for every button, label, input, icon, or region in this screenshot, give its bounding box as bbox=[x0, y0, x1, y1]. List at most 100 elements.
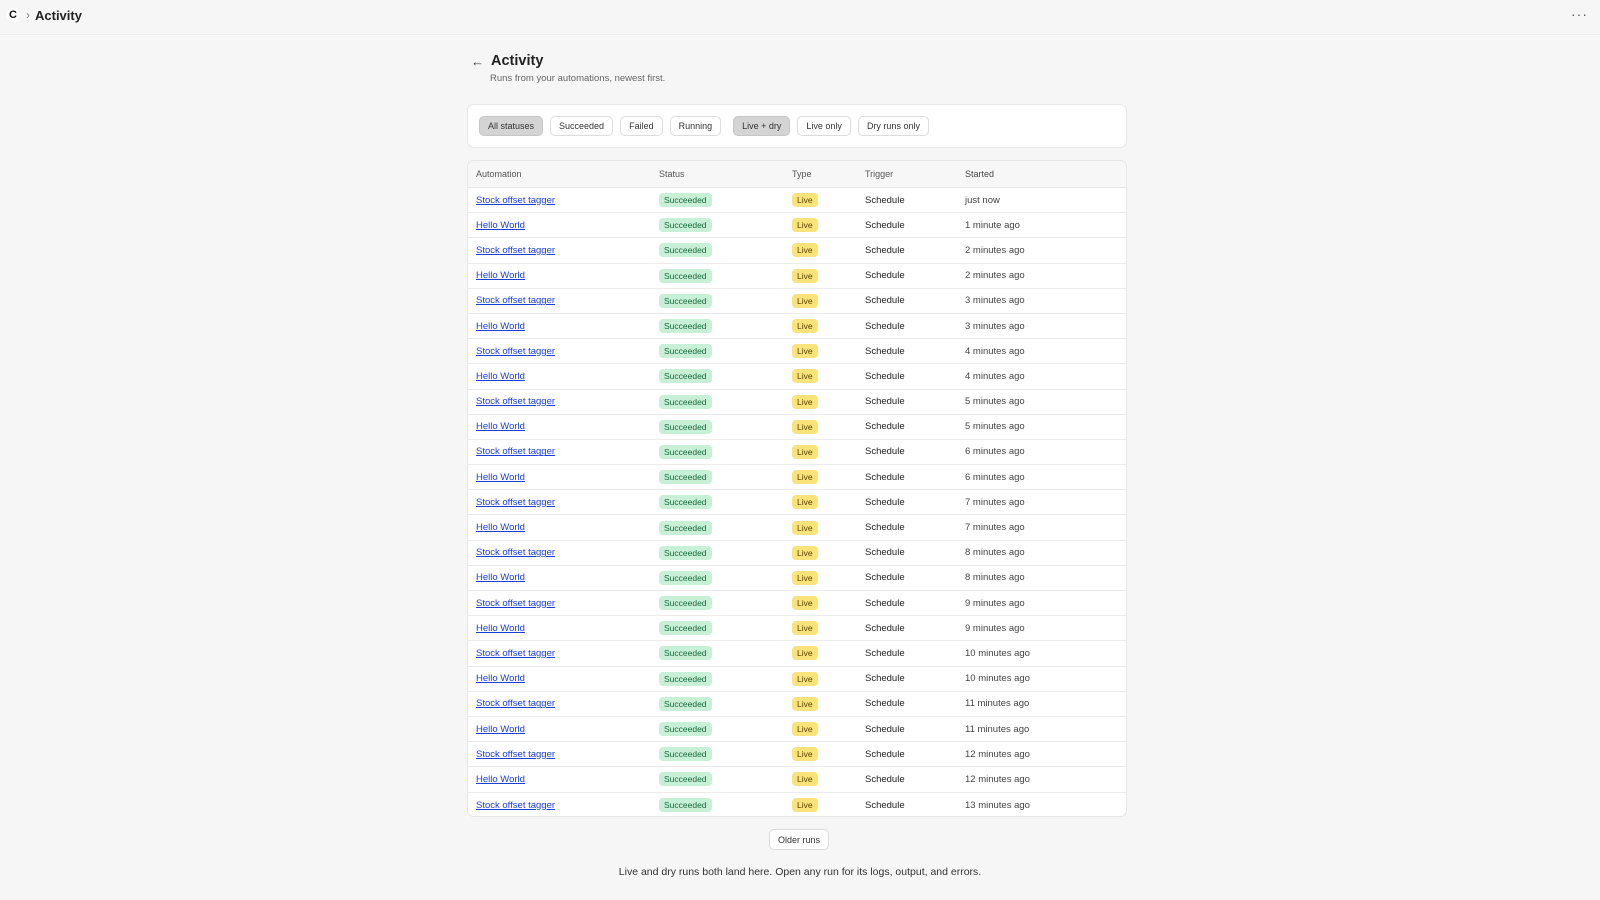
type-badge: Live bbox=[792, 747, 818, 762]
automation-link[interactable]: Stock offset tagger bbox=[476, 396, 555, 407]
automation-link[interactable]: Hello World bbox=[476, 371, 525, 382]
filter-failed[interactable]: Failed bbox=[620, 116, 663, 136]
table-row[interactable]: Stock offset tagger Succeeded Live Schedule… bbox=[468, 390, 1126, 415]
table-row[interactable]: Stock offset tagger Succeeded Live Schedule… bbox=[468, 742, 1126, 768]
table-row[interactable]: Hello World Succeeded Live Schedule 5 minute… bbox=[468, 415, 1126, 440]
automation-link[interactable]: Hello World bbox=[476, 673, 525, 684]
started-text: 6 minutes ago bbox=[965, 446, 1025, 458]
table-row[interactable]: Stock offset tagger Succeeded Live Schedule… bbox=[468, 541, 1126, 566]
table-row[interactable]: Hello World Succeeded Live Schedule 9 minute… bbox=[468, 616, 1126, 642]
automation-link[interactable]: Stock offset tagger bbox=[476, 446, 555, 457]
filter-dry-runs-only[interactable]: Dry runs only bbox=[857, 116, 929, 136]
automation-link[interactable]: Stock offset tagger bbox=[476, 698, 555, 709]
table-row[interactable]: Stock offset tagger Succeeded Live Schedule… bbox=[468, 188, 1126, 214]
status-badge: Succeeded bbox=[659, 444, 712, 459]
filter-live-and-dry[interactable]: Live + dry bbox=[733, 116, 791, 136]
automation-link[interactable]: Hello World bbox=[476, 321, 525, 332]
table-row[interactable]: Hello World Succeeded Live Schedule 11 minut… bbox=[468, 717, 1126, 743]
table-row[interactable]: Hello World Succeeded Live Schedule 12 minut… bbox=[468, 767, 1126, 793]
automation-link[interactable]: Stock offset tagger bbox=[476, 598, 555, 609]
automation-link[interactable]: Hello World bbox=[476, 572, 525, 583]
automation-link[interactable]: Hello World bbox=[476, 522, 525, 533]
automation-link[interactable]: Stock offset tagger bbox=[476, 346, 555, 357]
table-row[interactable]: Hello World Succeeded Live Schedule 2 minute… bbox=[468, 264, 1126, 289]
automation-link[interactable]: Stock offset tagger bbox=[476, 648, 555, 659]
automation-link[interactable]: Stock offset tagger bbox=[476, 547, 555, 558]
type-badge: Live bbox=[792, 545, 818, 560]
col-automation-header[interactable]: Automation bbox=[468, 169, 659, 179]
automation-link[interactable]: Stock offset tagger bbox=[476, 245, 555, 256]
app-logo-icon[interactable]: C bbox=[6, 8, 20, 22]
more-options-icon[interactable]: ··· bbox=[1571, 6, 1588, 22]
table-row[interactable]: Stock offset tagger Succeeded Live Schedule… bbox=[468, 793, 1126, 817]
started-text: 8 minutes ago bbox=[965, 572, 1025, 584]
table-row[interactable]: Stock offset tagger Succeeded Live Schedule… bbox=[468, 490, 1126, 516]
started-text: 4 minutes ago bbox=[965, 345, 1025, 357]
table-row[interactable]: Hello World Succeeded Live Schedule 8 minute… bbox=[468, 566, 1126, 591]
trigger-text: Schedule bbox=[865, 194, 905, 206]
table-row[interactable]: Stock offset tagger Succeeded Live Schedule… bbox=[468, 238, 1126, 264]
started-text: 9 minutes ago bbox=[965, 597, 1025, 609]
filter-running[interactable]: Running bbox=[669, 116, 722, 136]
automation-link[interactable]: Hello World bbox=[476, 724, 525, 735]
automation-link[interactable]: Stock offset tagger bbox=[476, 749, 555, 760]
started-text: 7 minutes ago bbox=[965, 522, 1025, 534]
automation-link[interactable]: Hello World bbox=[476, 220, 525, 231]
trigger-text: Schedule bbox=[865, 421, 905, 433]
automation-link[interactable]: Stock offset tagger bbox=[476, 295, 555, 306]
status-badge: Succeeded bbox=[659, 218, 712, 233]
col-status-header[interactable]: Status bbox=[659, 169, 792, 179]
col-type-header[interactable]: Type bbox=[792, 169, 865, 179]
started-text: 3 minutes ago bbox=[965, 320, 1025, 332]
table-row[interactable]: Stock offset tagger Succeeded Live Schedule… bbox=[468, 591, 1126, 617]
status-badge: Succeeded bbox=[659, 344, 712, 359]
trigger-text: Schedule bbox=[865, 522, 905, 534]
table-row[interactable]: Hello World Succeeded Live Schedule 4 minute… bbox=[468, 364, 1126, 390]
table-row[interactable]: Stock offset tagger Succeeded Live Schedule… bbox=[468, 339, 1126, 365]
table-row[interactable]: Stock offset tagger Succeeded Live Schedule… bbox=[468, 692, 1126, 717]
trigger-text: Schedule bbox=[865, 547, 905, 559]
automation-link[interactable]: Stock offset tagger bbox=[476, 195, 555, 206]
trigger-text: Schedule bbox=[865, 471, 905, 483]
back-arrow-icon[interactable]: ← bbox=[471, 54, 491, 69]
status-badge: Succeeded bbox=[659, 520, 712, 535]
status-badge: Succeeded bbox=[659, 621, 712, 636]
table-row[interactable]: Hello World Succeeded Live Schedule 7 minute… bbox=[468, 515, 1126, 541]
col-trigger-header[interactable]: Trigger bbox=[865, 169, 965, 179]
trigger-text: Schedule bbox=[865, 698, 905, 710]
table-row[interactable]: Stock offset tagger Succeeded Live Schedule… bbox=[468, 440, 1126, 466]
type-badge: Live bbox=[792, 495, 818, 510]
table-row[interactable]: Hello World Succeeded Live Schedule 3 minute… bbox=[468, 314, 1126, 340]
table-row[interactable]: Stock offset tagger Succeeded Live Schedule… bbox=[468, 641, 1126, 667]
filter-all-statuses[interactable]: All statuses bbox=[479, 116, 544, 136]
filter-live-only[interactable]: Live only bbox=[797, 116, 851, 136]
filter-succeeded[interactable]: Succeeded bbox=[550, 116, 614, 136]
older-runs-button[interactable]: Older runs bbox=[769, 829, 830, 850]
table-row[interactable]: Stock offset tagger Succeeded Live Schedule… bbox=[468, 289, 1126, 314]
started-text: 2 minutes ago bbox=[965, 244, 1025, 256]
table-row[interactable]: Hello World Succeeded Live Schedule 6 minute… bbox=[468, 465, 1126, 491]
status-badge: Succeeded bbox=[659, 545, 712, 560]
type-badge: Live bbox=[792, 344, 818, 359]
trigger-text: Schedule bbox=[865, 647, 905, 659]
started-text: just now bbox=[965, 194, 1000, 206]
page-title: Activity bbox=[491, 53, 544, 69]
table-row[interactable]: Hello World Succeeded Live Schedule 1 minute… bbox=[468, 213, 1126, 239]
started-text: 6 minutes ago bbox=[965, 471, 1025, 483]
trigger-text: Schedule bbox=[865, 370, 905, 382]
type-badge: Live bbox=[792, 444, 818, 459]
automation-link[interactable]: Stock offset tagger bbox=[476, 497, 555, 508]
started-text: 7 minutes ago bbox=[965, 496, 1025, 508]
automation-link[interactable]: Hello World bbox=[476, 421, 525, 432]
status-badge: Succeeded bbox=[659, 293, 712, 308]
col-started-header[interactable]: Started bbox=[965, 169, 1126, 179]
status-badge: Succeeded bbox=[659, 470, 712, 485]
type-badge: Live bbox=[792, 798, 818, 813]
automation-link[interactable]: Hello World bbox=[476, 774, 525, 785]
automation-link[interactable]: Stock offset tagger bbox=[476, 800, 555, 811]
automation-link[interactable]: Hello World bbox=[476, 472, 525, 483]
breadcrumb-title: Activity bbox=[35, 7, 82, 23]
table-row[interactable]: Hello World Succeeded Live Schedule 10 minut… bbox=[468, 667, 1126, 692]
automation-link[interactable]: Hello World bbox=[476, 623, 525, 634]
automation-link[interactable]: Hello World bbox=[476, 270, 525, 281]
